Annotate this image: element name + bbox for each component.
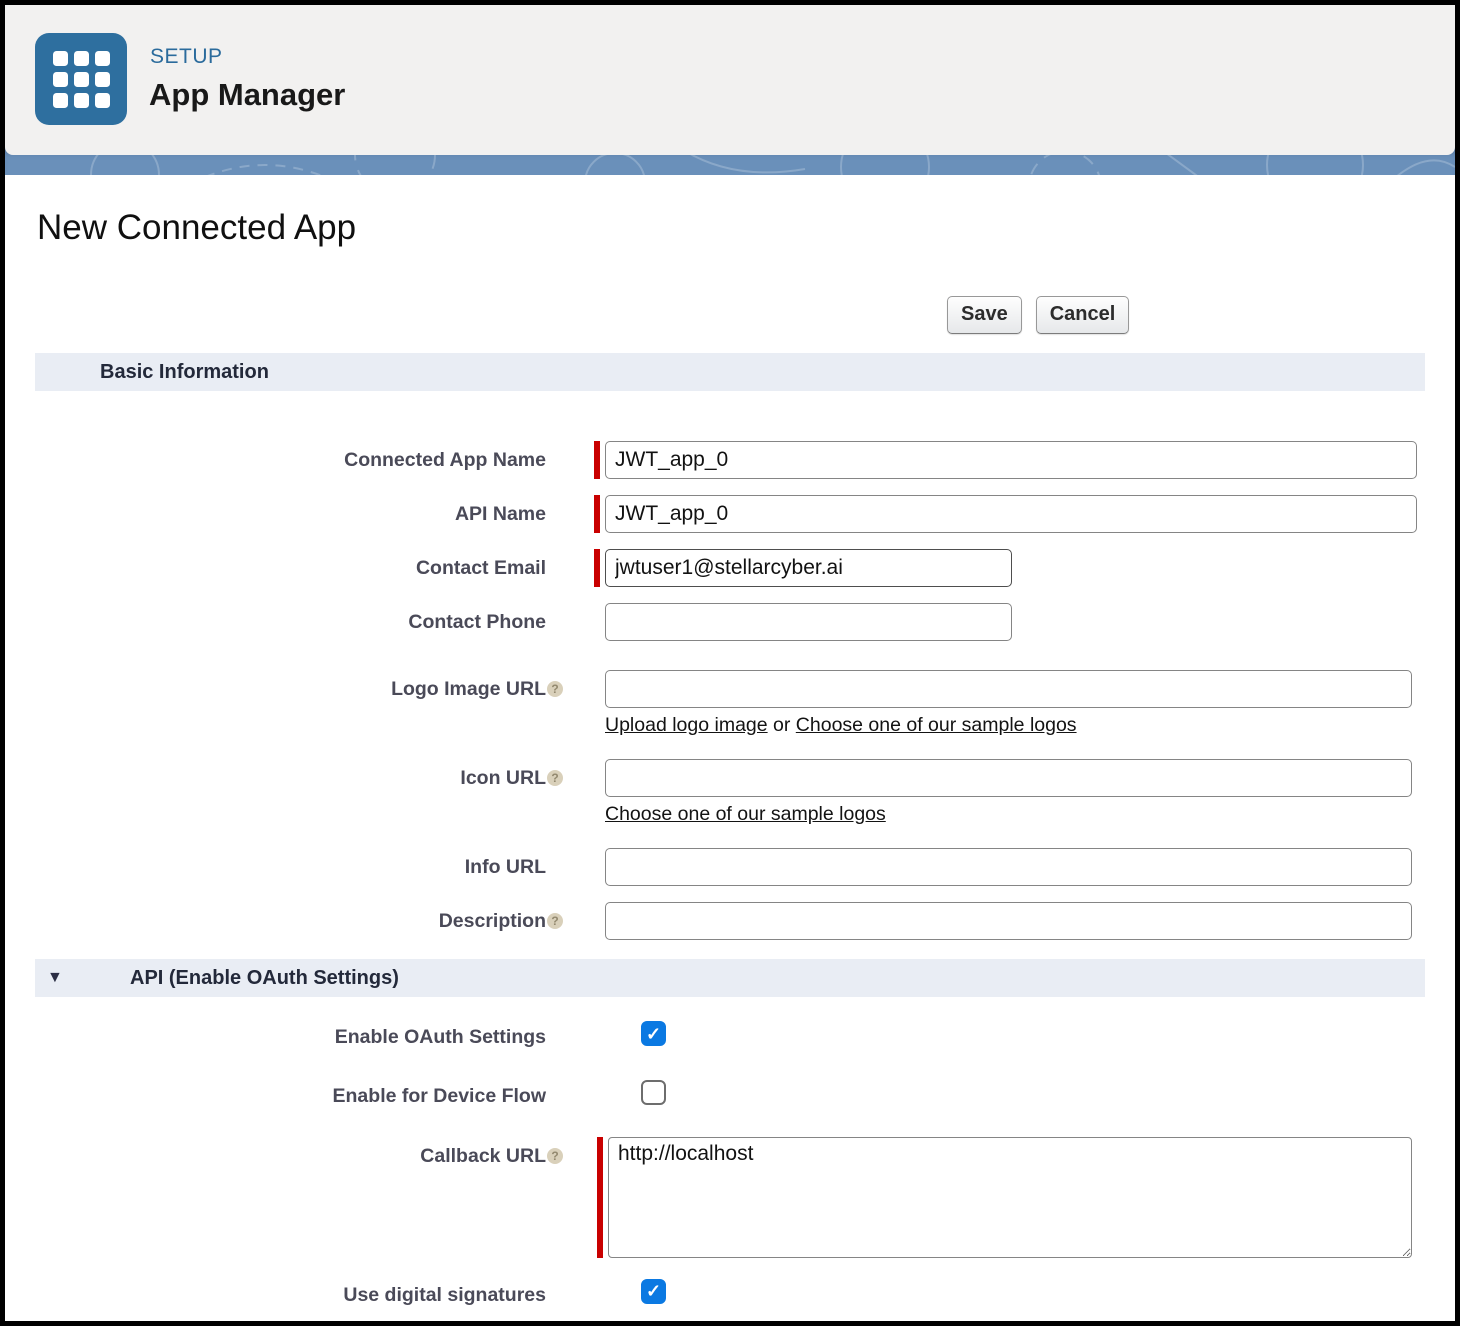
section-title-api-oauth: API (Enable OAuth Settings) [130, 967, 399, 990]
save-button[interactable]: Save [947, 296, 1022, 334]
required-indicator [594, 441, 600, 479]
choose-sample-logos-link[interactable]: Choose one of our sample logos [605, 803, 886, 825]
icon-url-label: Icon URL? [5, 759, 563, 789]
field-row-contact-email: Contact Email [5, 549, 1455, 587]
field-row-connected-app-name: Connected App Name [5, 441, 1455, 479]
cancel-button[interactable]: Cancel [1036, 296, 1130, 334]
use-digital-signatures-label: Use digital signatures [5, 1276, 563, 1306]
enable-device-flow-label: Enable for Device Flow [5, 1077, 563, 1107]
field-row-enable-oauth: Enable OAuth Settings ✓ [5, 1018, 1455, 1048]
field-row-api-name: API Name [5, 495, 1455, 533]
app-manager-grid-icon [35, 33, 127, 125]
grid-icon-cells [53, 51, 110, 108]
info-url-label: Info URL [5, 848, 563, 878]
field-row-info-url: Info URL [5, 848, 1455, 886]
logo-image-url-input[interactable] [605, 670, 1412, 708]
info-url-input[interactable] [605, 848, 1412, 886]
basic-information-form: Connected App Name API Name [5, 441, 1455, 940]
field-row-enable-device-flow: Enable for Device Flow ✓ [5, 1077, 1455, 1107]
app-manager-title: App Manager [149, 77, 345, 113]
callback-url-textarea[interactable]: http://localhost [608, 1137, 1412, 1258]
field-row-description: Description? [5, 902, 1455, 940]
api-name-input[interactable] [605, 495, 1417, 533]
api-name-label: API Name [5, 495, 563, 525]
help-icon[interactable]: ? [547, 913, 563, 929]
callback-url-label: Callback URL? [5, 1137, 563, 1167]
enable-oauth-label: Enable OAuth Settings [5, 1018, 563, 1048]
connected-app-name-label: Connected App Name [5, 441, 563, 471]
collapse-triangle-icon[interactable]: ▼ [47, 969, 69, 987]
icon-url-input[interactable] [605, 759, 1412, 797]
screen: SETUP App Manager New Connected App Save [0, 0, 1460, 1326]
setup-header: SETUP App Manager [5, 5, 1455, 155]
upload-logo-image-link[interactable]: Upload logo image [605, 714, 768, 736]
check-icon: ✓ [646, 1025, 661, 1043]
main-content: New Connected App Save Cancel Basic Info… [5, 175, 1455, 1306]
required-indicator [594, 495, 600, 533]
section-header-api-oauth: ▼ API (Enable OAuth Settings) [35, 959, 1425, 997]
help-icon[interactable]: ? [547, 681, 563, 697]
field-row-use-digital-signatures: Use digital signatures ✓ [5, 1276, 1455, 1306]
contact-phone-input[interactable] [605, 603, 1012, 641]
enable-oauth-checkbox[interactable]: ✓ [641, 1021, 666, 1046]
contact-phone-label: Contact Phone [5, 603, 563, 633]
check-icon: ✓ [646, 1282, 661, 1300]
field-row-logo-image-url: Logo Image URL? Upload logo image or Cho… [5, 670, 1455, 743]
contact-email-input[interactable] [605, 549, 1012, 587]
field-row-callback-url: Callback URL? http://localhost [5, 1137, 1455, 1258]
link-separator: or [773, 714, 790, 736]
setup-breadcrumb-label: SETUP [150, 45, 223, 69]
section-header-basic-information: Basic Information [35, 353, 1425, 391]
logo-image-url-label: Logo Image URL? [5, 670, 563, 700]
field-row-icon-url: Icon URL? Choose one of our sample logos [5, 759, 1455, 832]
choose-sample-logos-link[interactable]: Choose one of our sample logos [796, 714, 1077, 736]
description-label: Description? [5, 902, 563, 932]
required-indicator [594, 549, 600, 587]
logo-links: Upload logo image or Choose one of our s… [605, 714, 1412, 737]
help-icon[interactable]: ? [547, 770, 563, 786]
connected-app-name-input[interactable] [605, 441, 1417, 479]
field-row-contact-phone: Contact Phone [5, 603, 1455, 641]
page-title: New Connected App [37, 208, 1455, 248]
required-indicator [597, 1137, 603, 1258]
contact-email-label: Contact Email [5, 549, 563, 579]
description-input[interactable] [605, 902, 1412, 940]
enable-device-flow-checkbox[interactable]: ✓ [641, 1080, 666, 1105]
help-icon[interactable]: ? [547, 1148, 563, 1164]
icon-links: Choose one of our sample logos [605, 803, 1412, 826]
section-title-basic-information: Basic Information [100, 361, 269, 384]
use-digital-signatures-checkbox[interactable]: ✓ [641, 1279, 666, 1304]
oauth-settings-form: Enable OAuth Settings ✓ Enable for Devic… [5, 1018, 1455, 1306]
action-button-row: Save Cancel [947, 296, 1455, 334]
